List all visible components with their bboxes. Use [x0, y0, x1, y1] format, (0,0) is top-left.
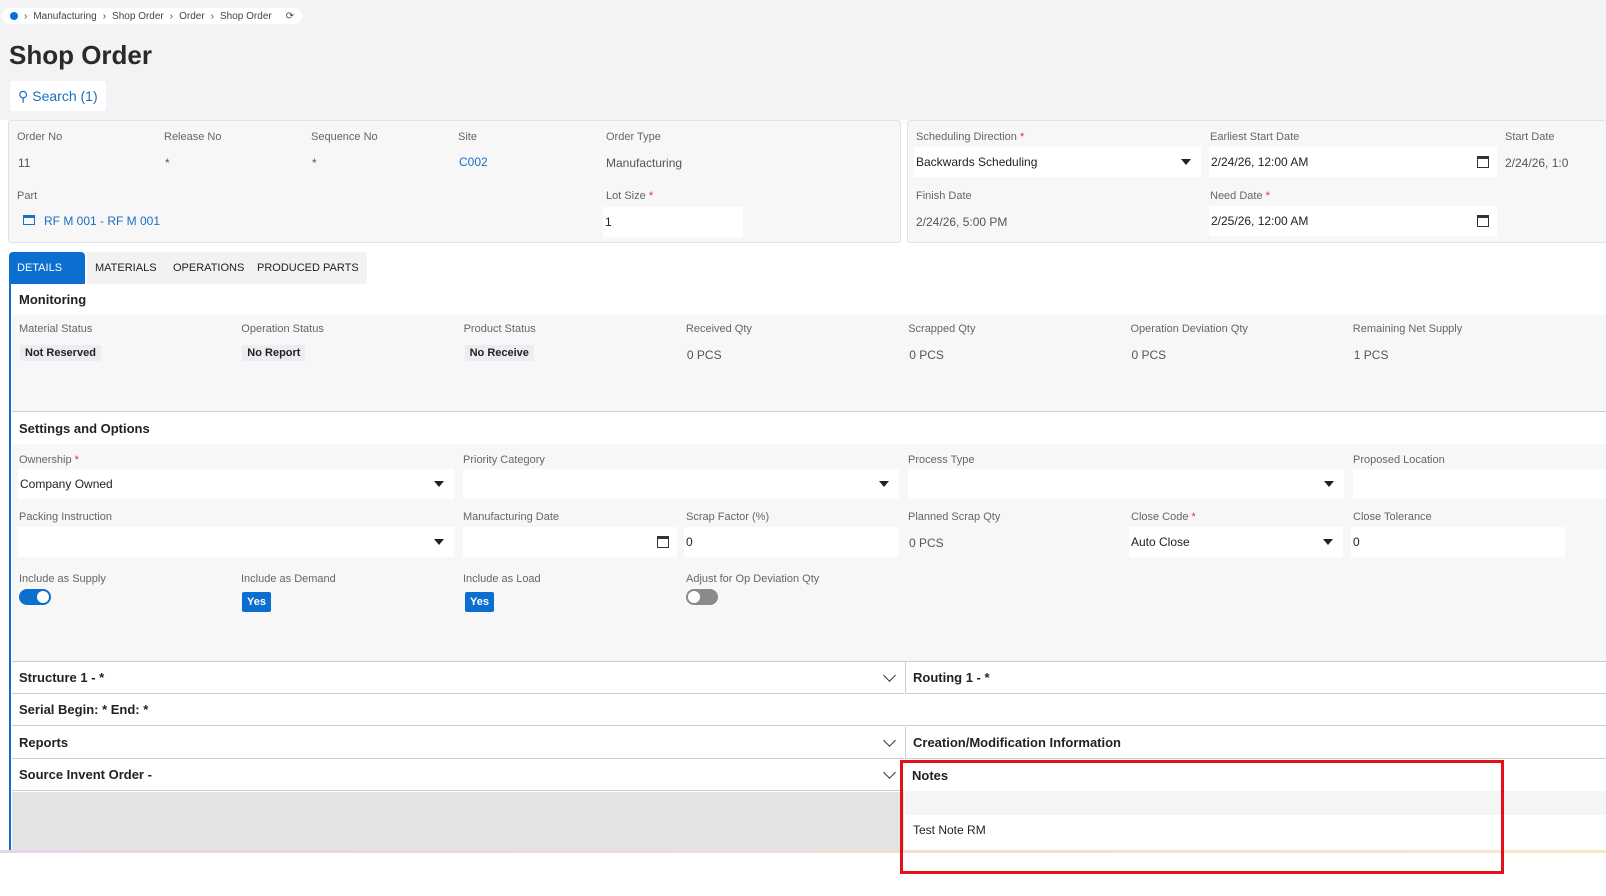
highlight-box [900, 760, 1504, 874]
packing-instruction-select[interactable] [18, 527, 454, 557]
chevron-down-icon [434, 539, 444, 545]
page-title: Shop Order [9, 40, 153, 70]
breadcrumb-item[interactable]: Shop Order [220, 11, 272, 22]
part-link[interactable]: RF M 001 - RF M 001 [44, 214, 160, 228]
monitoring-label: Material Status [19, 323, 93, 335]
breadcrumb-item[interactable]: Manufacturing [33, 11, 96, 22]
tab-produced-parts[interactable]: PRODUCED PARTS [249, 252, 367, 284]
chevron-down-icon [1181, 159, 1191, 165]
scheduling-direction-select[interactable]: Backwards Scheduling [914, 147, 1201, 177]
search-icon: ⚲ [18, 87, 29, 104]
creation-modification-section[interactable]: Creation/Modification Information [905, 727, 1606, 759]
chevron-down-icon [883, 734, 896, 747]
settings-title: Settings and Options [12, 412, 1606, 444]
monitoring-title: Monitoring [12, 284, 1606, 315]
order-no: 11 [18, 156, 31, 170]
breadcrumb-item[interactable]: Shop Order [112, 11, 164, 22]
calendar-icon[interactable] [657, 536, 669, 548]
close-tolerance-input[interactable]: 0 [1351, 527, 1565, 557]
monitoring-value: 0 PCS [909, 348, 944, 362]
reports-section[interactable]: Reports [12, 727, 904, 759]
need-date-input[interactable]: 2/25/26, 12:00 AM [1209, 206, 1497, 236]
source-invent-order-section[interactable]: Source Invent Order - [12, 759, 904, 791]
monitoring-label: Scrapped Qty [908, 323, 976, 335]
routing-section[interactable]: Routing 1 - * [905, 662, 1606, 694]
ownership-select[interactable]: Company Owned [18, 469, 454, 499]
structure-section[interactable]: Structure 1 - * [12, 662, 904, 694]
include-as-demand-badge[interactable]: Yes [242, 592, 271, 612]
chevron-down-icon [1323, 539, 1333, 545]
tab-materials[interactable]: MATERIALS [87, 252, 165, 284]
breadcrumb: › Manufacturing › Shop Order › Order › Shop … [2, 8, 303, 24]
serial-section: Serial Begin: * End: * [12, 694, 1606, 726]
chevron-down-icon [883, 766, 896, 779]
lot-size-input[interactable]: 1 [603, 207, 743, 237]
tab-details[interactable]: DETAILS [9, 252, 85, 284]
status-badge: No Report [242, 345, 306, 361]
process-type-select[interactable] [908, 469, 1344, 499]
chevron-down-icon [1324, 481, 1334, 487]
monitoring-label: Operation Status [241, 323, 324, 335]
adjust-op-deviation-toggle[interactable] [686, 589, 718, 605]
chevron-down-icon [883, 669, 896, 682]
priority-category-select[interactable] [463, 469, 899, 499]
home-icon[interactable] [10, 12, 18, 20]
status-badge: Not Reserved [20, 345, 101, 361]
calendar-icon[interactable] [1477, 215, 1489, 227]
monitoring-value: 1 PCS [1353, 348, 1389, 362]
calendar-icon[interactable] [1477, 156, 1489, 168]
panel-border [9, 284, 11, 850]
search-button[interactable]: ⚲ Search (1) [10, 81, 106, 111]
breadcrumb-item[interactable]: Order [179, 11, 205, 22]
status-badge: No Receive [464, 345, 534, 361]
chevron-down-icon [434, 481, 444, 487]
refresh-icon[interactable]: ⟳ [286, 11, 294, 22]
monitoring-label: Operation Deviation Qty [1130, 323, 1248, 335]
monitoring-value: 0 PCS [1131, 348, 1167, 362]
monitoring-value: 0 PCS [686, 348, 722, 362]
include-as-supply-toggle[interactable] [19, 589, 51, 605]
manufacturing-date-input[interactable] [463, 527, 677, 557]
include-as-load-badge[interactable]: Yes [465, 592, 494, 612]
proposed-location-input[interactable] [1353, 469, 1606, 499]
chevron-down-icon [879, 481, 889, 487]
monitoring-label: Received Qty [685, 323, 752, 335]
scrap-factor-input[interactable]: 0 [684, 527, 898, 557]
monitoring-label: Remaining Net Supply [1352, 323, 1463, 335]
close-code-select[interactable]: Auto Close [1129, 527, 1343, 557]
earliest-start-date-input[interactable]: 2/24/26, 12:00 AM [1209, 147, 1497, 177]
site-link[interactable]: C002 [459, 155, 488, 169]
part-icon [23, 215, 35, 225]
tab-operations[interactable]: OPERATIONS [165, 252, 253, 284]
monitoring-label: Product Status [463, 323, 536, 335]
